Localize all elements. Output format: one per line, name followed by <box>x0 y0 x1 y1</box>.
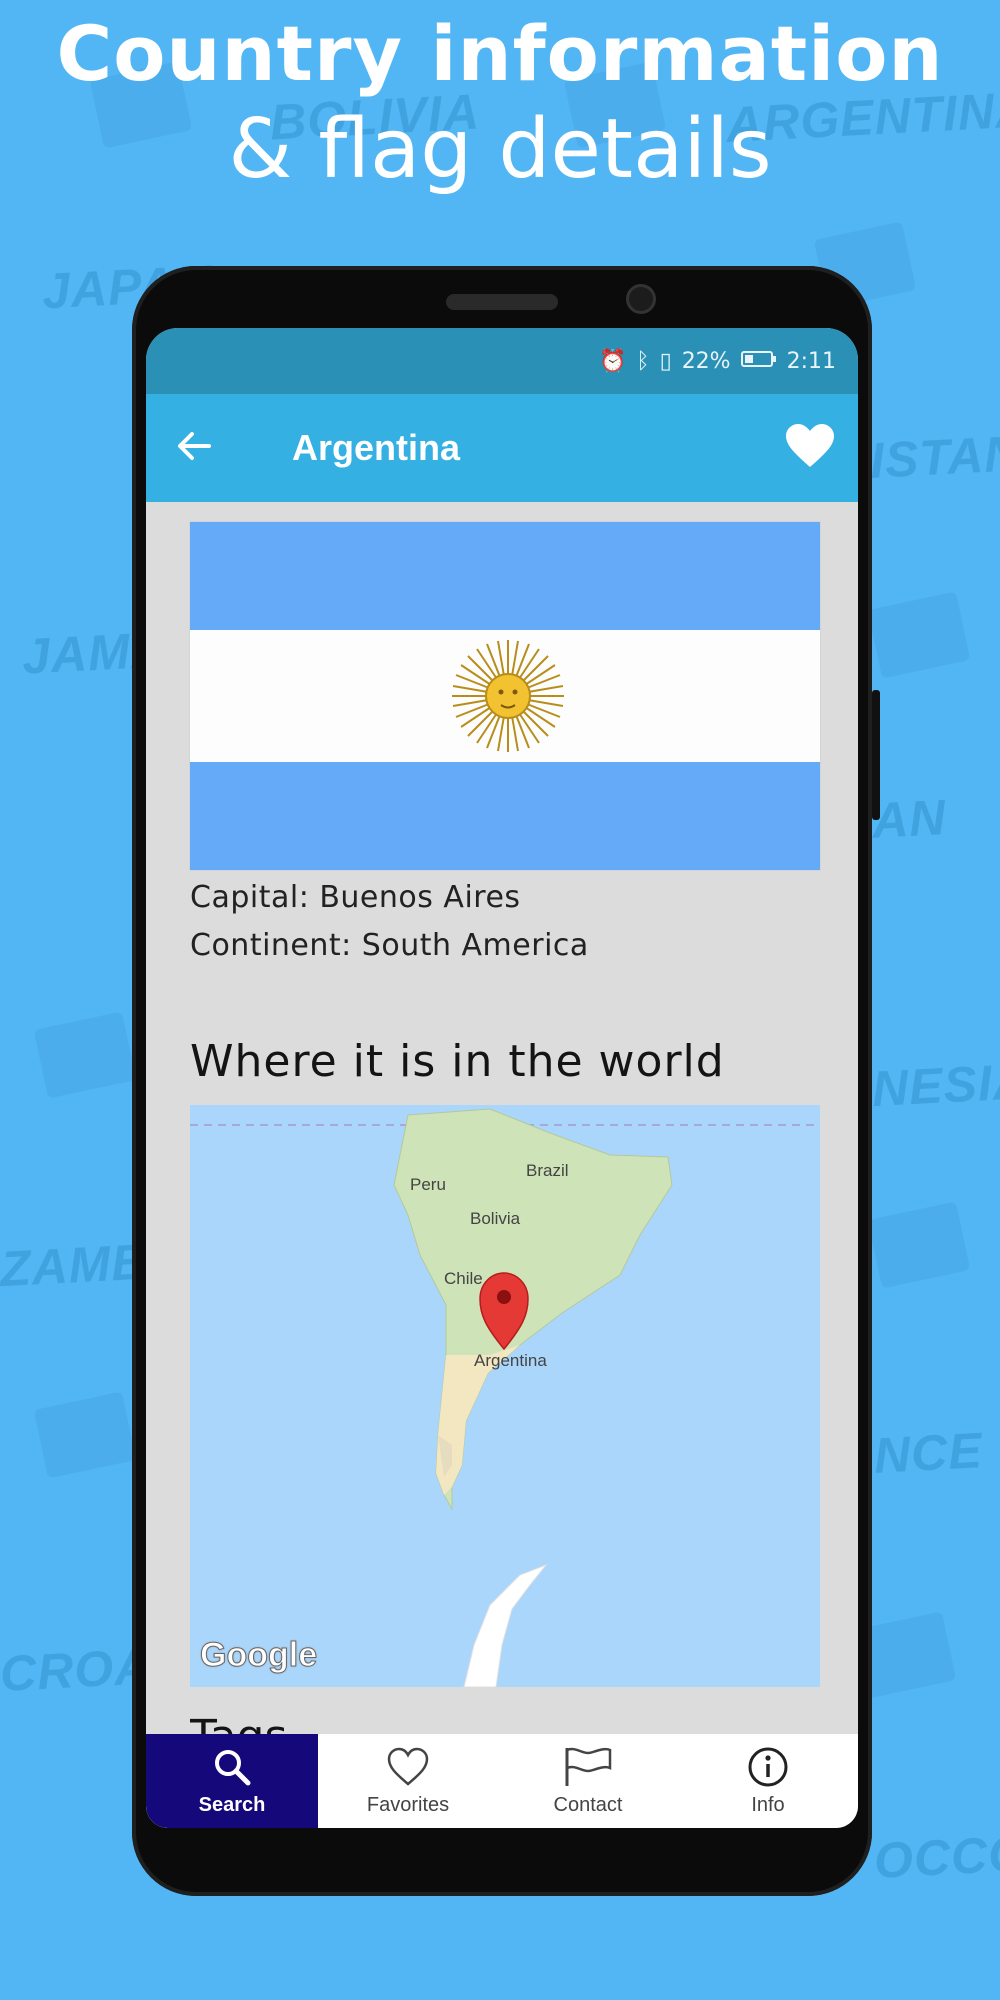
arrow-left-icon <box>178 432 211 460</box>
heart-outline-icon <box>386 1746 430 1788</box>
flag-icon <box>563 1746 613 1788</box>
google-attribution: Google <box>199 1636 318 1675</box>
country-detail-content: Capital: Buenos Aires Continent: South A… <box>146 502 858 1751</box>
battery-percent: 22% <box>681 348 731 374</box>
country-flag <box>190 522 820 870</box>
bluetooth-icon: ᛒ <box>636 348 650 374</box>
flag-band-bottom <box>190 762 820 870</box>
status-bar: ⏰ ᛒ ▯ 22% 2:11 <box>146 328 858 394</box>
favorite-button[interactable] <box>784 423 836 473</box>
nav-contact[interactable]: Contact <box>498 1734 678 1828</box>
alarm-icon: ⏰ <box>598 348 627 374</box>
continent-text: Continent: South America <box>190 928 589 963</box>
bg-word-nesia: NESIA <box>870 1052 1000 1118</box>
promo-headline: Country information & flag details <box>0 8 1000 200</box>
heart-filled-icon <box>786 424 834 467</box>
page-title: Argentina <box>292 427 461 468</box>
sun-of-may-emblem <box>452 640 564 752</box>
clock: 2:11 <box>786 348 836 374</box>
battery-icon <box>740 349 777 374</box>
flag-band-top <box>190 522 820 630</box>
nav-favorites[interactable]: Favorites <box>318 1734 498 1828</box>
nav-info-label: Info <box>751 1793 785 1816</box>
phone-camera <box>626 284 656 314</box>
phone-side-button <box>872 690 880 820</box>
bg-flag-card <box>867 1201 971 1289</box>
capital-text: Capital: Buenos Aires <box>190 880 521 915</box>
phone-frame: ⏰ ᛒ ▯ 22% 2:11 Argentina Capital: Buenos… <box>132 266 872 1896</box>
country-info: Capital: Buenos Aires Continent: South A… <box>190 874 818 970</box>
bg-flag-card <box>867 591 971 679</box>
flag-band-middle <box>190 630 820 762</box>
map-label-chile: Chile <box>444 1269 483 1288</box>
bg-word-occo: OCCO <box>872 1825 1000 1889</box>
headline-line-2: & flag details <box>228 102 772 197</box>
nav-info[interactable]: Info <box>678 1734 858 1828</box>
headline-line-1: Country information <box>56 9 944 98</box>
map-land <box>190 1108 820 1687</box>
nav-search[interactable]: Search <box>146 1734 318 1828</box>
map-label-peru: Peru <box>410 1175 446 1194</box>
bg-word-an: AN <box>870 789 948 849</box>
nav-favorites-label: Favorites <box>366 1793 450 1816</box>
nav-search-label: Search <box>198 1793 266 1816</box>
app-bar: Argentina <box>146 394 858 502</box>
map-label-bolivia: Bolivia <box>470 1209 521 1228</box>
map-label-brazil: Brazil <box>526 1161 569 1180</box>
bg-word-nce: NCE <box>872 1422 984 1484</box>
bg-flag-card <box>33 1011 137 1099</box>
bg-flag-card <box>33 1391 137 1479</box>
app-screen: ⏰ ᛒ ▯ 22% 2:11 Argentina Capital: Buenos… <box>146 328 858 1828</box>
map-section-title: Where it is in the world <box>190 1036 725 1087</box>
location-map[interactable]: Brazil Peru Bolivia Chile Argentina Goog… <box>190 1105 820 1687</box>
phone-speaker <box>446 294 558 310</box>
info-icon <box>747 1746 789 1788</box>
bottom-navigation: Search Favorites Contact Info <box>146 1734 858 1828</box>
search-icon <box>212 1746 252 1788</box>
bg-word-istan: ISTAN <box>868 425 1000 489</box>
vibrate-icon: ▯ <box>659 348 672 374</box>
map-label-argentina: Argentina <box>474 1351 547 1370</box>
nav-contact-label: Contact <box>553 1793 623 1816</box>
back-button[interactable] <box>176 425 226 471</box>
